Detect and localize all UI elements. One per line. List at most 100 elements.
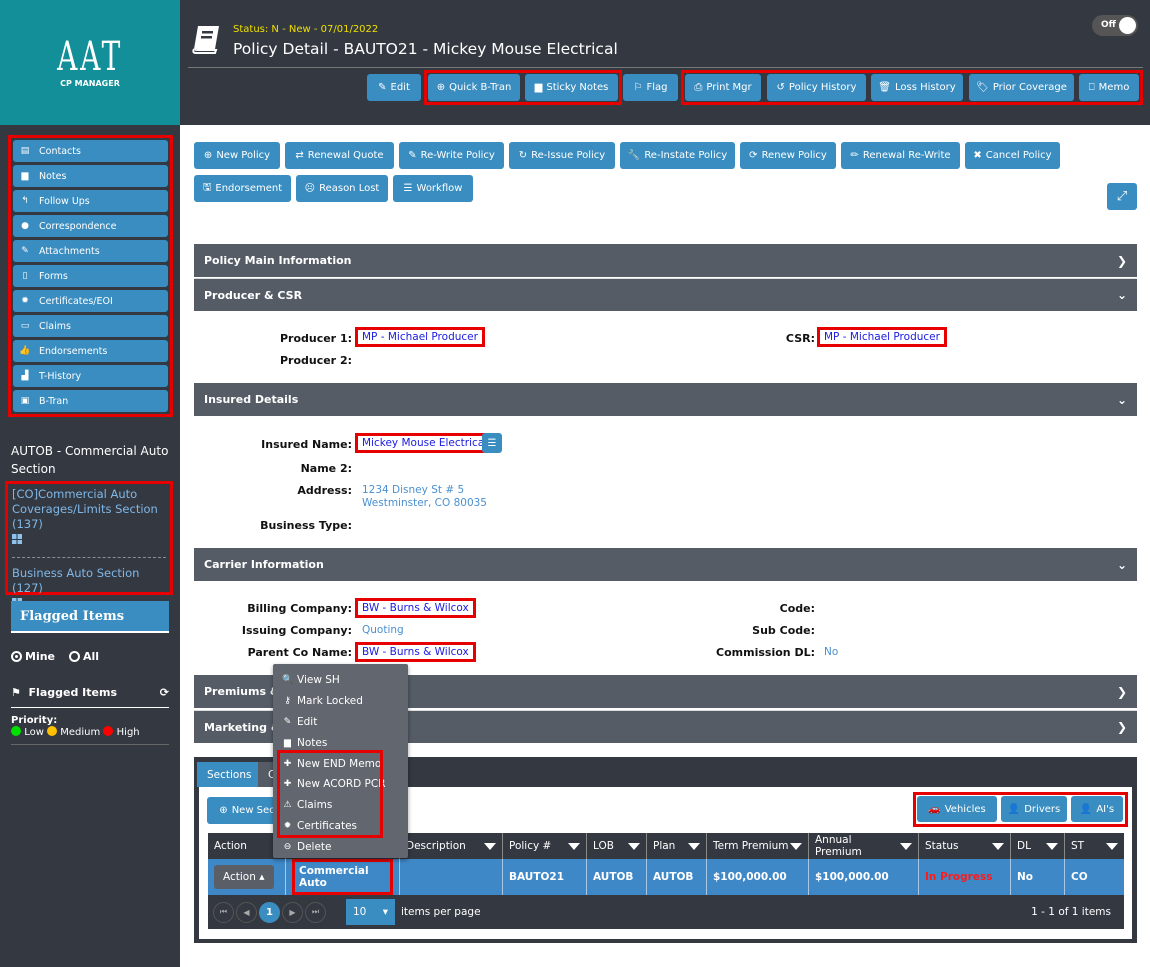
off-toggle[interactable]: Off [1092, 15, 1138, 36]
radio-unchecked-icon [69, 651, 81, 662]
column-header-status[interactable]: Status [919, 833, 1011, 859]
issuing-company-value[interactable]: Quoting [362, 624, 404, 636]
contacts-icon: ▤ [20, 146, 30, 156]
producer2-label: Producer 2: [279, 354, 352, 367]
billing-company-value[interactable]: BW - Burns & Wilcox [355, 598, 476, 618]
flag-button[interactable]: ⚐ Flag [623, 74, 678, 101]
menu-item-label: Notes [297, 736, 328, 749]
edit-button[interactable]: ✎ Edit [367, 74, 421, 101]
refresh-icon: ⟳ [749, 150, 758, 161]
sidebar-item-attachments[interactable]: ✎ Attachments [13, 240, 168, 262]
prev-page-icon[interactable]: ◀ [236, 901, 257, 923]
column-header-lob[interactable]: LOB [587, 833, 647, 859]
renew-policy-button[interactable]: ⟳ Renew Policy [740, 142, 836, 169]
sidebar-item-b-tran[interactable]: ▣ B-Tran [13, 390, 168, 412]
panel-title: Policy Main Information [204, 254, 352, 267]
panel-carrier-information[interactable]: Carrier Information ⌄ [194, 548, 1137, 581]
column-header-plan[interactable]: Plan [647, 833, 707, 859]
page-number[interactable]: 1 [259, 901, 280, 923]
sidebar-item-correspondence[interactable]: ● Correspondence [13, 215, 168, 237]
menu-item-view-sh[interactable]: 🔍 View SH [273, 670, 408, 691]
filter-icon[interactable] [900, 842, 912, 850]
policy-cell: BAUTO21 [503, 859, 587, 895]
last-page-icon[interactable]: ⏭ [305, 901, 326, 923]
panel-policy-main-information[interactable]: Policy Main Information ❯ [194, 244, 1137, 277]
sidebar-item-claims[interactable]: ▭ Claims [13, 315, 168, 337]
loss-history-button[interactable]: 🗑 Loss History [871, 74, 963, 101]
filter-icon[interactable] [992, 842, 1004, 850]
renewal-quote-button[interactable]: ⇄ Renewal Quote [285, 142, 394, 169]
quick-b-tran-button[interactable]: ⊕ Quick B-Tran [428, 74, 520, 101]
sidebar-item-certificates[interactable]: ✹ Certificates/EOI [13, 290, 168, 312]
memo-button[interactable]: ⎕ Memo [1079, 74, 1139, 101]
filter-icon[interactable] [688, 842, 700, 850]
vehicles-button[interactable]: 🚗 Vehicles [917, 796, 997, 822]
sticky-notes-button[interactable]: ▆ Sticky Notes [525, 74, 618, 101]
filter-icon[interactable] [1046, 842, 1058, 850]
column-header-st[interactable]: ST [1065, 833, 1124, 859]
panel-insured-details[interactable]: Insured Details ⌄ [194, 383, 1137, 416]
panel-producer-csr[interactable]: Producer & CSR ⌄ [194, 278, 1137, 311]
parent-co-value[interactable]: BW - Burns & Wilcox [355, 642, 476, 662]
insured-name-label: Insured Name: [261, 438, 352, 451]
table-row[interactable]: Action ▴ Commercial Auto BAUTO21 AUTOB A… [208, 859, 1124, 895]
action-dropdown-button[interactable]: Action ▴ [214, 865, 274, 889]
column-header-policy[interactable]: Policy # [503, 833, 587, 859]
column-header-description[interactable]: Description [400, 833, 503, 859]
sidebar-item-endorsements[interactable]: 👍 Endorsements [13, 340, 168, 362]
sidebar-item-contacts[interactable]: ▤ Contacts [13, 140, 168, 162]
new-policy-button[interactable]: ⊕ New Policy [194, 142, 280, 169]
radio-all[interactable]: All [69, 650, 99, 663]
menu-item-mark-locked[interactable]: ⚷ Mark Locked [273, 691, 408, 712]
reason-lost-button[interactable]: ☹ Reason Lost [296, 175, 388, 202]
address-value[interactable]: 1234 Disney St # 5 Westminster, CO 80035 [362, 484, 487, 510]
file-icon: ▆ [534, 82, 543, 93]
menu-item-delete[interactable]: ⊖ Delete [273, 836, 408, 857]
sidebar-item-forms[interactable]: ▯ Forms [13, 265, 168, 287]
drivers-button[interactable]: 👤 Drivers [1001, 796, 1067, 822]
refresh-icon[interactable]: ⟳ [160, 686, 169, 699]
filter-icon[interactable] [1106, 842, 1118, 850]
radio-mine[interactable]: Mine [11, 650, 55, 663]
insured-name-value[interactable]: Mickey Mouse Electrical [355, 433, 495, 453]
business-type-label: Business Type: [260, 519, 352, 532]
sidebar-item-follow-ups[interactable]: ↰ Follow Ups [13, 190, 168, 212]
filter-icon[interactable] [628, 842, 640, 850]
address-line2: Westminster, CO 80035 [362, 497, 487, 509]
renewal-re-write-button[interactable]: ✏ Renewal Re-Write [841, 142, 960, 169]
cancel-policy-button[interactable]: ✖ Cancel Policy [965, 142, 1060, 169]
sidebar-item-t-history[interactable]: ▟ T-History [13, 365, 168, 387]
section-link-business-auto[interactable]: Business Auto Section (127) [12, 566, 166, 596]
re-issue-policy-button[interactable]: ↻ Re-Issue Policy [509, 142, 615, 169]
section-link-coverages[interactable]: [CO]Commercial Auto Coverages/Limits Sec… [12, 487, 166, 532]
ais-button[interactable]: 👤 AI's [1071, 796, 1123, 822]
csr-value[interactable]: MP - Michael Producer [817, 327, 947, 347]
column-header-annual-premium[interactable]: Annual Premium [809, 833, 919, 859]
column-label: ST [1071, 840, 1085, 852]
workflow-button[interactable]: ☰ Workflow [393, 175, 473, 202]
filter-icon[interactable] [568, 842, 580, 850]
per-page-select[interactable]: 10 ▾ [346, 899, 395, 925]
tab-sections[interactable]: Sections [197, 762, 262, 787]
endorsement-button[interactable]: 🖫 Endorsement [194, 175, 291, 202]
first-page-icon[interactable]: ⏮ [213, 901, 234, 923]
print-mgr-button[interactable]: ⎙ Print Mgr [685, 74, 761, 101]
re-write-policy-button[interactable]: ✎ Re-Write Policy [399, 142, 504, 169]
filter-icon[interactable] [484, 842, 496, 850]
column-header-term-premium[interactable]: Term Premium [707, 833, 809, 859]
producer1-value[interactable]: MP - Michael Producer [355, 327, 485, 347]
logo[interactable]: AAT CP MANAGER [0, 0, 180, 125]
user-icon: 👤 [1079, 803, 1093, 815]
section-name-link[interactable]: Commercial Auto [292, 859, 393, 895]
windows-icon[interactable] [12, 534, 22, 544]
policy-history-button[interactable]: ↺ Policy History [767, 74, 866, 101]
menu-item-edit[interactable]: ✎ Edit [273, 712, 408, 733]
column-header-dl[interactable]: DL [1011, 833, 1065, 859]
prior-coverage-button[interactable]: 🏷 Prior Coverage [969, 74, 1074, 101]
sidebar-item-notes[interactable]: ▆ Notes [13, 165, 168, 187]
filter-icon[interactable] [790, 842, 802, 850]
insured-details-button[interactable]: ☰ [482, 433, 502, 453]
expand-button[interactable]: ⤢ [1107, 183, 1137, 210]
next-page-icon[interactable]: ▶ [282, 901, 303, 923]
re-instate-policy-button[interactable]: 🔧 Re-Instate Policy [620, 142, 735, 169]
